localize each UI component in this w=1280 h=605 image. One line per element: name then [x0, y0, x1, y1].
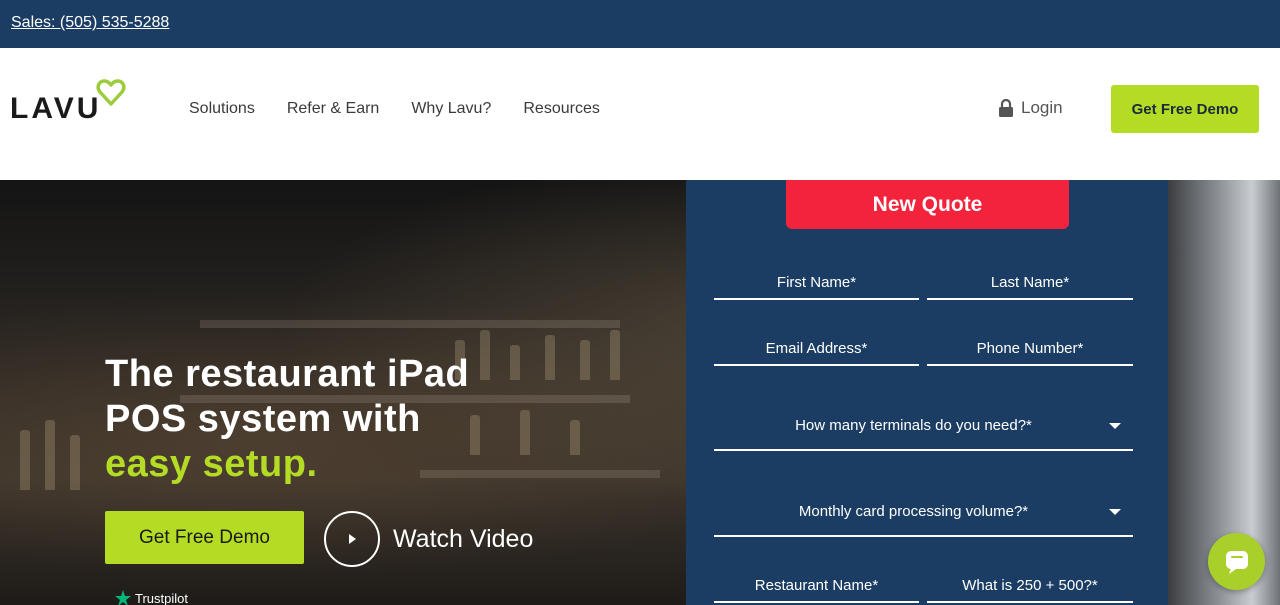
play-icon: [349, 534, 356, 544]
hero-section: The restaurant iPad POS system with easy…: [0, 180, 1280, 605]
volume-select[interactable]: Monthly card processing volume?*: [714, 495, 1133, 537]
email-field[interactable]: Email Address*: [714, 332, 919, 366]
last-name-placeholder: Last Name*: [990, 274, 1070, 291]
email-placeholder: Email Address*: [765, 340, 868, 357]
first-name-field[interactable]: First Name*: [714, 266, 919, 300]
login-link[interactable]: Login: [998, 98, 1063, 118]
chat-icon: [1225, 550, 1248, 574]
restaurant-name-field[interactable]: Restaurant Name*: [714, 569, 919, 603]
volume-placeholder: Monthly card processing volume?*: [798, 503, 1029, 520]
chevron-down-icon: [1109, 509, 1121, 515]
quote-form: New Quote First Name* Last Name* Email A…: [686, 180, 1169, 605]
new-quote-button[interactable]: New Quote: [786, 180, 1069, 229]
headline-accent: easy setup.: [105, 443, 318, 485]
sales-phone-link[interactable]: Sales: (505) 535-5288: [11, 14, 169, 32]
phone-field[interactable]: Phone Number*: [927, 332, 1133, 366]
heart-logo-icon: [96, 79, 126, 106]
login-label: Login: [1021, 98, 1063, 117]
nav-refer-earn[interactable]: Refer & Earn: [287, 100, 379, 118]
trustpilot-badge[interactable]: Trustpilot: [115, 590, 188, 605]
site-header: LAVU Solutions Refer & Earn Why Lavu? Re…: [0, 48, 1280, 180]
chevron-down-icon: [1109, 423, 1121, 429]
get-free-demo-button-header[interactable]: Get Free Demo: [1111, 85, 1259, 133]
nav-why-lavu[interactable]: Why Lavu?: [411, 100, 491, 118]
main-nav: Solutions Refer & Earn Why Lavu? Resourc…: [189, 100, 632, 118]
hero-headline: The restaurant iPad POS system with easy…: [105, 352, 645, 487]
nav-solutions[interactable]: Solutions: [189, 100, 255, 118]
lock-icon: [999, 99, 1013, 117]
headline-line-2: POS system with: [105, 398, 421, 440]
play-button-circle: [324, 511, 380, 567]
trustpilot-label: Trustpilot: [135, 590, 188, 605]
lavu-logo[interactable]: LAVU: [10, 78, 130, 128]
captcha-field[interactable]: What is 250 + 500?*: [927, 569, 1133, 603]
nav-resources[interactable]: Resources: [523, 100, 599, 118]
terminals-select[interactable]: How many terminals do you need?*: [714, 409, 1133, 451]
get-free-demo-button-hero[interactable]: Get Free Demo: [105, 511, 304, 564]
top-bar: Sales: (505) 535-5288: [0, 0, 1280, 48]
terminals-placeholder: How many terminals do you need?*: [795, 417, 1032, 434]
logo-text: LAVU: [10, 92, 102, 125]
watch-video-button[interactable]: Watch Video: [324, 511, 533, 567]
restaurant-name-placeholder: Restaurant Name*: [754, 577, 879, 594]
last-name-field[interactable]: Last Name*: [927, 266, 1133, 300]
first-name-placeholder: First Name*: [776, 274, 857, 291]
chat-widget-button[interactable]: [1208, 533, 1265, 590]
headline-line-1: The restaurant iPad: [105, 353, 470, 395]
star-icon: [115, 590, 131, 605]
phone-placeholder: Phone Number*: [976, 340, 1084, 357]
captcha-placeholder: What is 250 + 500?*: [962, 577, 1098, 594]
watch-video-label: Watch Video: [393, 524, 534, 553]
